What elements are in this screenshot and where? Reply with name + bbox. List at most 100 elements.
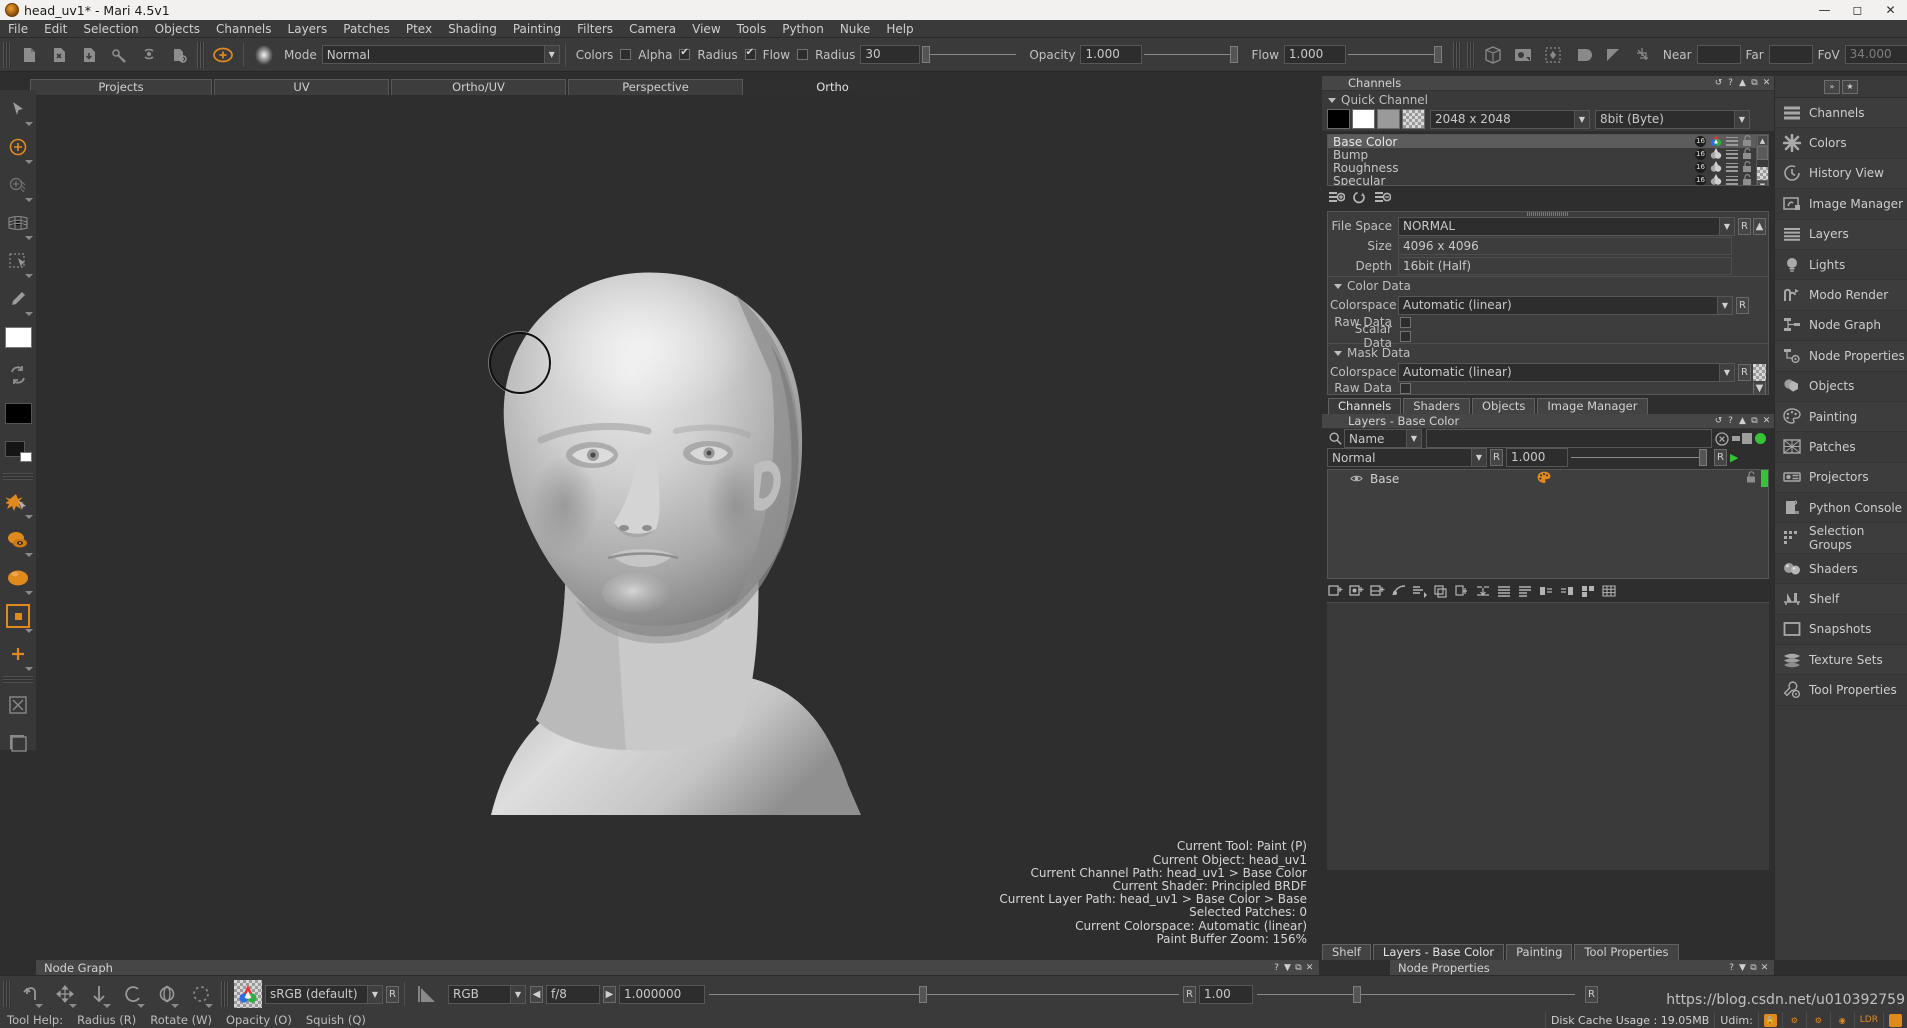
merge-layers-icon[interactable] (1474, 583, 1491, 598)
previous-stop-icon[interactable]: ◀ (530, 986, 543, 1003)
quick-channel-size-select[interactable]: 2048 x 2048 ▼ (1430, 110, 1590, 129)
palette-item-colors[interactable]: Colors (1775, 128, 1907, 158)
new-project-icon[interactable] (16, 42, 42, 68)
next-stop-icon[interactable]: ▶ (603, 986, 616, 1003)
menu-item-channels[interactable]: Channels (208, 20, 280, 38)
colorspace-select[interactable]: sRGB (default) ▼ (265, 985, 383, 1004)
window-controls[interactable]: — ◻ ✕ (1808, 0, 1907, 20)
close-icon[interactable]: ✕ (1874, 0, 1907, 20)
gain-reset-button[interactable]: R (1183, 986, 1196, 1003)
add-mask-icon[interactable] (1390, 583, 1407, 598)
file-space-select[interactable]: NORMAL ▼ (1398, 217, 1735, 236)
layer-blend-mode-select[interactable]: Normal ▼ (1327, 448, 1487, 467)
dotted-circle-icon[interactable] (184, 979, 218, 1009)
display-channel-select[interactable]: RGB ▼ (448, 985, 526, 1004)
opacity-input[interactable]: 1.000 (1080, 45, 1142, 64)
black-swatch[interactable] (1327, 109, 1350, 129)
projection-icon[interactable] (1540, 42, 1566, 68)
bake-icon[interactable] (0, 686, 36, 724)
chevron-down-icon[interactable]: ▼ (1406, 430, 1421, 447)
channel-list-scrollbar[interactable]: ▲ ▼ (1756, 135, 1768, 185)
viewport-tab-ortho[interactable]: Ortho (745, 79, 920, 95)
layer-frame-icon[interactable] (0, 724, 36, 762)
radius-checkbox[interactable] (679, 49, 690, 60)
color-picker-icon[interactable] (0, 280, 36, 318)
raw-data-checkbox[interactable] (1400, 317, 1411, 328)
bottom-panel-tab-painting[interactable]: Painting (1506, 944, 1572, 960)
blend-mode-reset-button[interactable]: R (1490, 449, 1503, 466)
channel-layers-icon[interactable] (1726, 150, 1738, 159)
unshare-icon[interactable] (1558, 583, 1575, 598)
palette-item-selection-groups[interactable]: Selection Groups (1775, 523, 1907, 553)
bottom-panel-tab-shelf[interactable]: Shelf (1322, 944, 1371, 960)
far-input[interactable] (1769, 45, 1813, 64)
fov-input[interactable]: 34.000 (1845, 45, 1907, 64)
menu-bar[interactable]: FileEditSelectionObjectsChannelsLayersPa… (0, 20, 1907, 38)
bottom-grip-1[interactable] (3, 981, 11, 1007)
mode-select[interactable]: Normal ▼ (322, 45, 560, 64)
properties-scroll-down-icon[interactable]: ▼ (1753, 382, 1766, 394)
gain-reset-button-2[interactable]: R (1585, 986, 1598, 1003)
file-space-reset-button[interactable]: R (1738, 218, 1751, 235)
chevron-down-icon[interactable]: ▼ (544, 46, 559, 63)
add-channel-icon[interactable] (1328, 190, 1345, 205)
flow-input[interactable]: 1.000 (1284, 45, 1346, 64)
palette-item-shaders[interactable]: Shaders (1775, 554, 1907, 584)
camera-section-grip-2[interactable] (1467, 42, 1475, 68)
help-icon[interactable]: ? (1726, 963, 1737, 973)
palette-item-shelf[interactable]: Shelf (1775, 584, 1907, 614)
unlock-icon[interactable] (1742, 174, 1752, 187)
bottom-panel-tab-tool-properties[interactable]: Tool Properties (1574, 944, 1678, 960)
cache-icon[interactable] (1579, 583, 1596, 598)
palette-item-image-manager[interactable]: Image Manager (1775, 189, 1907, 219)
panel-tab-channels[interactable]: Channels (1328, 398, 1401, 414)
scalar-data-checkbox[interactable] (1400, 331, 1411, 342)
unlock-icon[interactable] (1742, 135, 1752, 149)
menu-item-layers[interactable]: Layers (280, 20, 336, 38)
blob-brush-icon[interactable] (0, 483, 36, 521)
expand-all-icon[interactable]: » (1824, 80, 1840, 94)
transform-icon[interactable] (1516, 583, 1533, 598)
quick-channel-depth-select[interactable]: 8bit (Byte) ▼ (1595, 110, 1750, 129)
add-procedural-icon[interactable] (1348, 583, 1365, 598)
refresh-icon[interactable]: ↺ (1713, 78, 1724, 88)
help-icon[interactable]: ? (1725, 416, 1736, 426)
lock-orange-icon[interactable]: 🔒 (1758, 1012, 1782, 1028)
channel-layers-icon[interactable] (1726, 137, 1738, 146)
paint-buffer-icon[interactable] (0, 559, 36, 597)
viewport-tab-projects[interactable]: Projects (30, 79, 212, 95)
panel-tab-image-manager[interactable]: Image Manager (1537, 398, 1647, 414)
channel-layers-icon[interactable] (1726, 163, 1738, 172)
chevron-down-icon[interactable]: ▼ (1717, 297, 1732, 314)
collapse-icon[interactable]: ▲ (1737, 416, 1748, 426)
opacity-reset-button[interactable]: R (1714, 449, 1727, 466)
layer-list[interactable]: Base (1327, 469, 1769, 579)
mask-raw-data-checkbox[interactable] (1400, 383, 1411, 394)
export-icon[interactable] (136, 42, 162, 68)
rotate-icon[interactable] (116, 979, 150, 1009)
bottom-panel-tab-bar[interactable]: ShelfLayers - Base ColorPaintingTool Pro… (1322, 943, 1774, 960)
orbit-icon[interactable] (150, 979, 184, 1009)
bottom-panel-tab-layers-base-color[interactable]: Layers - Base Color (1373, 944, 1504, 960)
radius-slider[interactable] (922, 46, 1022, 63)
3d-viewport[interactable]: Current Tool: Paint (P)Current Object: h… (36, 95, 1319, 960)
color-data-header[interactable]: Color Data (1328, 276, 1768, 295)
layers-filter-select[interactable]: Name ▼ (1344, 429, 1422, 448)
down-icon[interactable] (82, 979, 116, 1009)
chevron-down-icon[interactable]: ▼ (1719, 364, 1734, 381)
viewport-tab-bar[interactable]: ProjectsUVOrtho/UVPerspectiveOrtho (30, 78, 1090, 95)
palette-item-node-graph[interactable]: Node Graph (1775, 311, 1907, 341)
close-icon[interactable]: ✕ (1761, 416, 1772, 426)
colorspace-reset-button[interactable]: R (386, 986, 399, 1003)
mask-colorspace-reset-button[interactable]: R (1738, 364, 1751, 381)
select-tool-icon[interactable] (0, 90, 36, 128)
paint-through-icon[interactable] (0, 166, 36, 204)
menu-item-help[interactable]: Help (878, 20, 921, 38)
gain-slider[interactable] (1257, 986, 1581, 1003)
menu-item-filters[interactable]: Filters (569, 20, 621, 38)
rgb-color-icon[interactable] (234, 980, 262, 1008)
right-panel-tab-bar[interactable]: ChannelsShadersObjectsImage Manager (1322, 397, 1774, 414)
palette-item-snapshots[interactable]: Snapshots (1775, 615, 1907, 645)
grid-icon[interactable] (1600, 583, 1617, 598)
close-icon[interactable]: ✕ (1761, 78, 1772, 88)
